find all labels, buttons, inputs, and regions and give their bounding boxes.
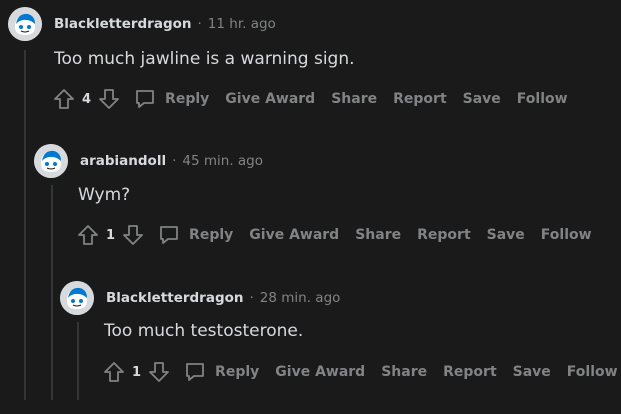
comment-bubble-icon — [157, 223, 181, 247]
reply-label: Reply — [165, 91, 210, 107]
upvote-icon[interactable] — [52, 87, 76, 111]
meta-separator: · — [249, 290, 254, 306]
downvote-icon[interactable] — [97, 87, 121, 111]
vote-score: 1 — [132, 364, 142, 380]
thread-line-level-3[interactable] — [77, 322, 79, 400]
comment-header: Blackletterdragon · 11 hr. ago — [8, 7, 276, 41]
snoo-avatar-icon[interactable] — [34, 144, 68, 178]
comment-header: arabiandoll · 45 min. ago — [34, 144, 263, 178]
reply-button[interactable]: Reply — [183, 360, 259, 384]
comment-actions: 1 Reply Give Award Share Report Save Fol… — [76, 223, 608, 247]
save-button[interactable]: Save — [513, 364, 551, 380]
vote-score: 4 — [82, 91, 92, 107]
snoo-avatar-icon[interactable] — [8, 7, 42, 41]
comment-bubble-icon — [133, 87, 157, 111]
follow-button[interactable]: Follow — [517, 91, 568, 107]
reply-label: Reply — [189, 227, 234, 243]
comment-timestamp[interactable]: 45 min. ago — [182, 153, 263, 169]
comment-body: Wym? — [78, 185, 131, 205]
upvote-icon[interactable] — [102, 360, 126, 384]
comment-author[interactable]: Blackletterdragon — [54, 16, 192, 32]
upvote-icon[interactable] — [76, 223, 100, 247]
give-award-button[interactable]: Give Award — [275, 364, 365, 380]
give-award-button[interactable]: Give Award — [225, 91, 315, 107]
save-button[interactable]: Save — [487, 227, 525, 243]
report-button[interactable]: Report — [443, 364, 497, 380]
reply-label: Reply — [215, 364, 260, 380]
comment-bubble-icon — [183, 360, 207, 384]
comment-body: Too much jawline is a warning sign. — [54, 49, 355, 69]
give-award-button[interactable]: Give Award — [249, 227, 339, 243]
meta-separator: · — [172, 153, 177, 169]
downvote-icon[interactable] — [121, 223, 145, 247]
report-button[interactable]: Report — [393, 91, 447, 107]
downvote-icon[interactable] — [147, 360, 171, 384]
comment-header: Blackletterdragon · 28 min. ago — [60, 281, 340, 315]
thread-line-level-1[interactable] — [24, 50, 26, 400]
reply-button[interactable]: Reply — [133, 87, 209, 111]
vote-score: 1 — [106, 227, 116, 243]
comment-body: Too much testosterone. — [104, 321, 304, 341]
comment-timestamp[interactable]: 28 min. ago — [260, 290, 341, 306]
follow-button[interactable]: Follow — [541, 227, 592, 243]
comment-actions: 1 Reply Give Award Share Report Save Fol… — [102, 360, 621, 384]
follow-button[interactable]: Follow — [567, 364, 618, 380]
comment-author[interactable]: Blackletterdragon — [106, 290, 244, 306]
reply-button[interactable]: Reply — [157, 223, 233, 247]
comment-actions: 4 Reply Give Award Share Report Save Fol… — [52, 87, 584, 111]
comment-timestamp[interactable]: 11 hr. ago — [208, 16, 276, 32]
thread-line-level-2[interactable] — [51, 185, 53, 400]
save-button[interactable]: Save — [463, 91, 501, 107]
share-button[interactable]: Share — [331, 91, 377, 107]
comment-author[interactable]: arabiandoll — [80, 153, 166, 169]
report-button[interactable]: Report — [417, 227, 471, 243]
snoo-avatar-icon[interactable] — [60, 281, 94, 315]
share-button[interactable]: Share — [381, 364, 427, 380]
meta-separator: · — [197, 16, 202, 32]
share-button[interactable]: Share — [355, 227, 401, 243]
